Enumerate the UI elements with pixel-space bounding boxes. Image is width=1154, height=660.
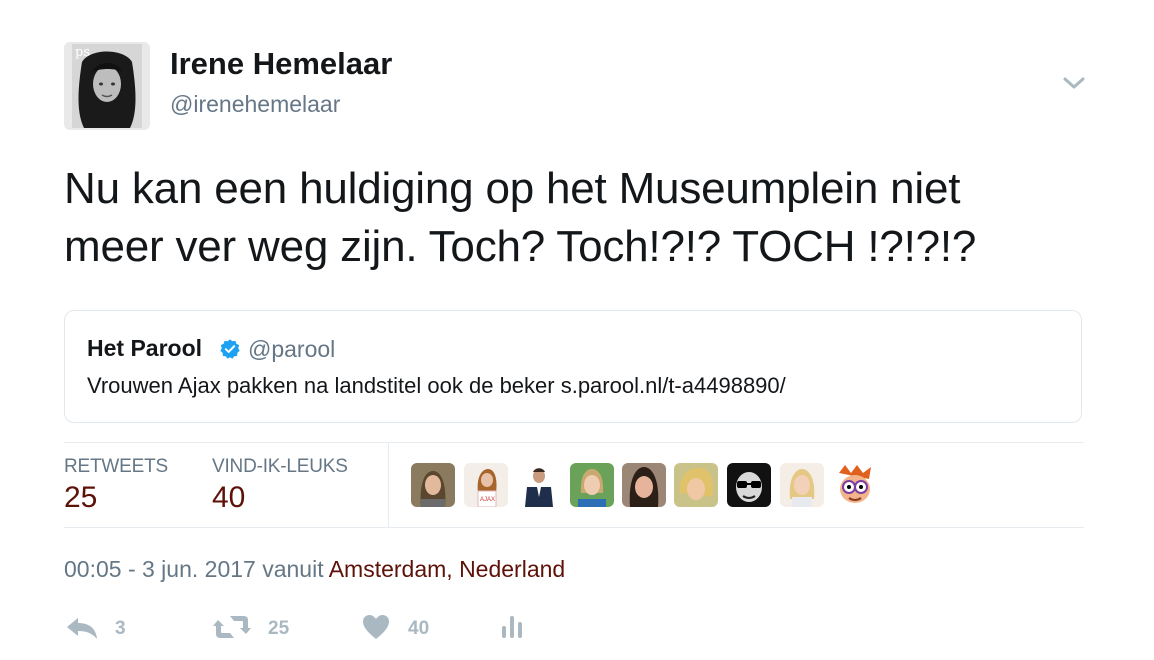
tweet-location[interactable]: Amsterdam, Nederland	[329, 556, 566, 582]
analytics-button[interactable]	[500, 612, 530, 644]
stats-top-divider	[64, 442, 1084, 443]
tweet-text: Nu kan een huldiging op het Museumplein …	[64, 160, 1124, 276]
more-options-button[interactable]	[1062, 74, 1086, 92]
author-name[interactable]: Irene Hemelaar	[170, 46, 392, 82]
avatar-logo: ps	[75, 45, 90, 60]
reply-button[interactable]: 3	[64, 612, 144, 644]
retweets-label[interactable]: RETWEETS	[64, 456, 168, 478]
chevron-down-icon	[1063, 77, 1085, 89]
retweet-button[interactable]: 25	[212, 612, 302, 644]
liker-avatar[interactable]	[517, 463, 561, 507]
liker-avatar[interactable]	[780, 463, 824, 507]
author-handle[interactable]: @irenehemelaar	[170, 91, 340, 118]
analytics-icon	[502, 616, 522, 638]
liker-avatar[interactable]	[411, 463, 455, 507]
reply-icon	[67, 618, 97, 639]
retweet-icon	[213, 616, 251, 638]
like-count: 40	[408, 618, 430, 639]
tweet-time[interactable]: 00:05 - 3 jun. 2017 vanuit	[64, 556, 329, 582]
liker-avatar[interactable]	[622, 463, 666, 507]
quoted-tweet[interactable]: Het Parool @parool Vrouwen Ajax pakken n…	[64, 310, 1082, 423]
quoted-author-name: Het Parool	[87, 335, 203, 361]
liker-avatar[interactable]: AJAX	[464, 463, 508, 507]
svg-text:AJAX: AJAX	[480, 497, 495, 503]
liker-avatar[interactable]	[674, 463, 718, 507]
likes-count[interactable]: 40	[212, 481, 245, 515]
tweet-text-line-1: Nu kan een huldiging op het Museumplein …	[64, 164, 961, 213]
liker-avatar[interactable]	[833, 463, 877, 507]
verified-badge-icon	[220, 339, 240, 359]
stats-vertical-divider	[388, 443, 389, 527]
retweet-count: 25	[268, 618, 290, 639]
author-avatar[interactable]: ps	[64, 42, 150, 130]
retweets-count[interactable]: 25	[64, 481, 97, 515]
quoted-tweet-text: Vrouwen Ajax pakken na landstitel ook de…	[87, 373, 786, 398]
tweet-timestamp: 00:05 - 3 jun. 2017 vanuit Amsterdam, Ne…	[64, 556, 565, 583]
reply-count: 3	[115, 618, 126, 639]
heart-icon	[363, 615, 389, 639]
liker-avatar[interactable]	[570, 463, 614, 507]
avatar-image: ps	[64, 42, 150, 130]
liker-avatar[interactable]	[727, 463, 771, 507]
like-button[interactable]: 40	[361, 612, 441, 644]
likes-label[interactable]: VIND-IK-LEUKS	[212, 456, 348, 478]
stats-bottom-divider	[64, 527, 1084, 528]
tweet-text-line-2: meer ver weg zijn. Toch? Toch!?!? TOCH !…	[64, 222, 977, 271]
quoted-author-handle: @parool	[248, 336, 336, 362]
